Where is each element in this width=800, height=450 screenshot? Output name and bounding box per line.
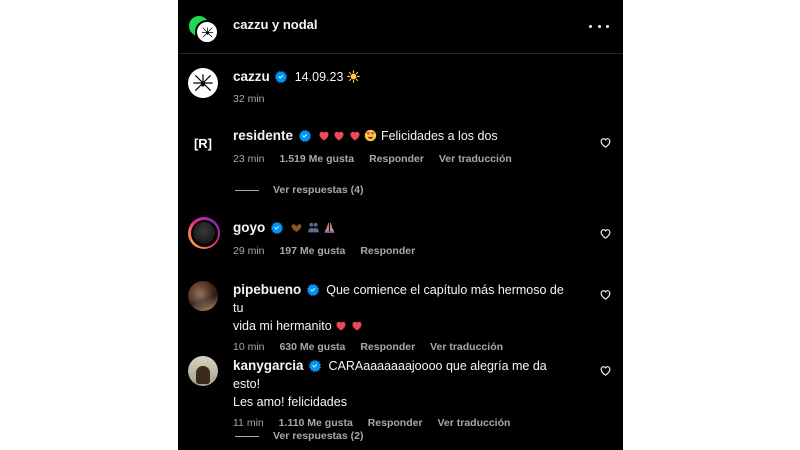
time-ago: 11 min [233,417,264,429]
time-ago: 10 min [233,341,265,353]
like-heart-icon[interactable] [599,227,612,240]
time-ago: 29 min [233,245,265,257]
username[interactable]: kanygarcia [233,358,304,373]
verified-badge-icon [299,130,311,142]
view-replies-button[interactable]: Ver respuestas (4) [235,184,363,196]
see-translation-button[interactable]: Ver traducción [430,341,503,353]
red-heart-emoji-icon [351,320,363,332]
view-replies-label: Ver respuestas (2) [273,430,364,442]
comment-text-line2: Les amo! felicidades [233,395,347,409]
people-hugging-emoji-icon [307,221,320,239]
view-replies-label: Ver respuestas (4) [273,184,364,196]
verified-badge-icon [309,360,321,372]
see-translation-button[interactable]: Ver traducción [439,153,512,165]
red-heart-emoji-icon [333,130,345,142]
spider-icon [192,72,214,94]
red-heart-emoji-icon [349,130,361,142]
comment-text: Felicidades a los dos [380,129,498,143]
view-replies-button[interactable]: Ver respuestas (2) [235,430,363,442]
like-heart-icon[interactable] [599,136,612,149]
comment-text-line2: vida mi hermanito [233,319,332,333]
like-heart-icon[interactable] [599,288,612,301]
like-heart-icon[interactable] [599,364,612,377]
likes-count[interactable]: 197 Me gusta [279,245,345,257]
verified-badge-icon [275,71,287,83]
reply-button[interactable]: Responder [360,245,415,257]
username[interactable]: pipebueno [233,282,301,297]
username[interactable]: residente [233,128,293,143]
likes-count[interactable]: 1.519 Me gusta [279,153,354,165]
heart-eyes-emoji-icon [364,129,377,147]
post-header: cazzu y nodal [178,0,623,54]
heart-hands-emoji-icon [290,221,303,239]
username[interactable]: goyo [233,220,265,235]
red-heart-emoji-icon [318,130,330,142]
avatar-text: [R] [193,135,213,151]
profile-photo [188,281,218,311]
avatar [195,20,219,44]
avatar[interactable]: [R] [188,128,218,158]
verified-badge-icon [271,222,283,234]
verified-badge-icon [307,284,319,296]
profile-photo [196,366,210,384]
see-translation-button[interactable]: Ver traducción [437,417,510,429]
avatar[interactable] [188,68,218,98]
red-heart-emoji-icon [335,320,347,332]
divider-line [235,435,259,437]
avatar[interactable] [188,356,218,386]
reply-button[interactable]: Responder [368,417,423,429]
divider-line [235,189,259,191]
profile-photo [193,222,215,244]
likes-count[interactable]: 630 Me gusta [279,341,345,353]
time-ago: 23 min [233,153,265,165]
folded-hands-emoji-icon [323,221,336,239]
avatar[interactable] [188,281,218,311]
reply-button[interactable]: Responder [369,153,424,165]
caption-text: 14.09.23 [294,70,344,84]
story-ring [190,219,218,247]
username[interactable]: cazzu [233,69,270,84]
spider-icon [201,26,214,39]
comments-panel: cazzu y nodal cazzu 14.09.23 32 min [R] [178,0,623,450]
more-options-icon[interactable] [589,16,609,36]
reply-button[interactable]: Responder [360,341,415,353]
avatar[interactable] [188,217,220,249]
time-ago: 32 min [233,93,265,105]
collab-avatars[interactable] [187,14,219,44]
likes-count[interactable]: 1.110 Me gusta [279,417,353,429]
sun-emoji-icon [347,70,360,88]
post-author-title[interactable]: cazzu y nodal [233,17,318,32]
